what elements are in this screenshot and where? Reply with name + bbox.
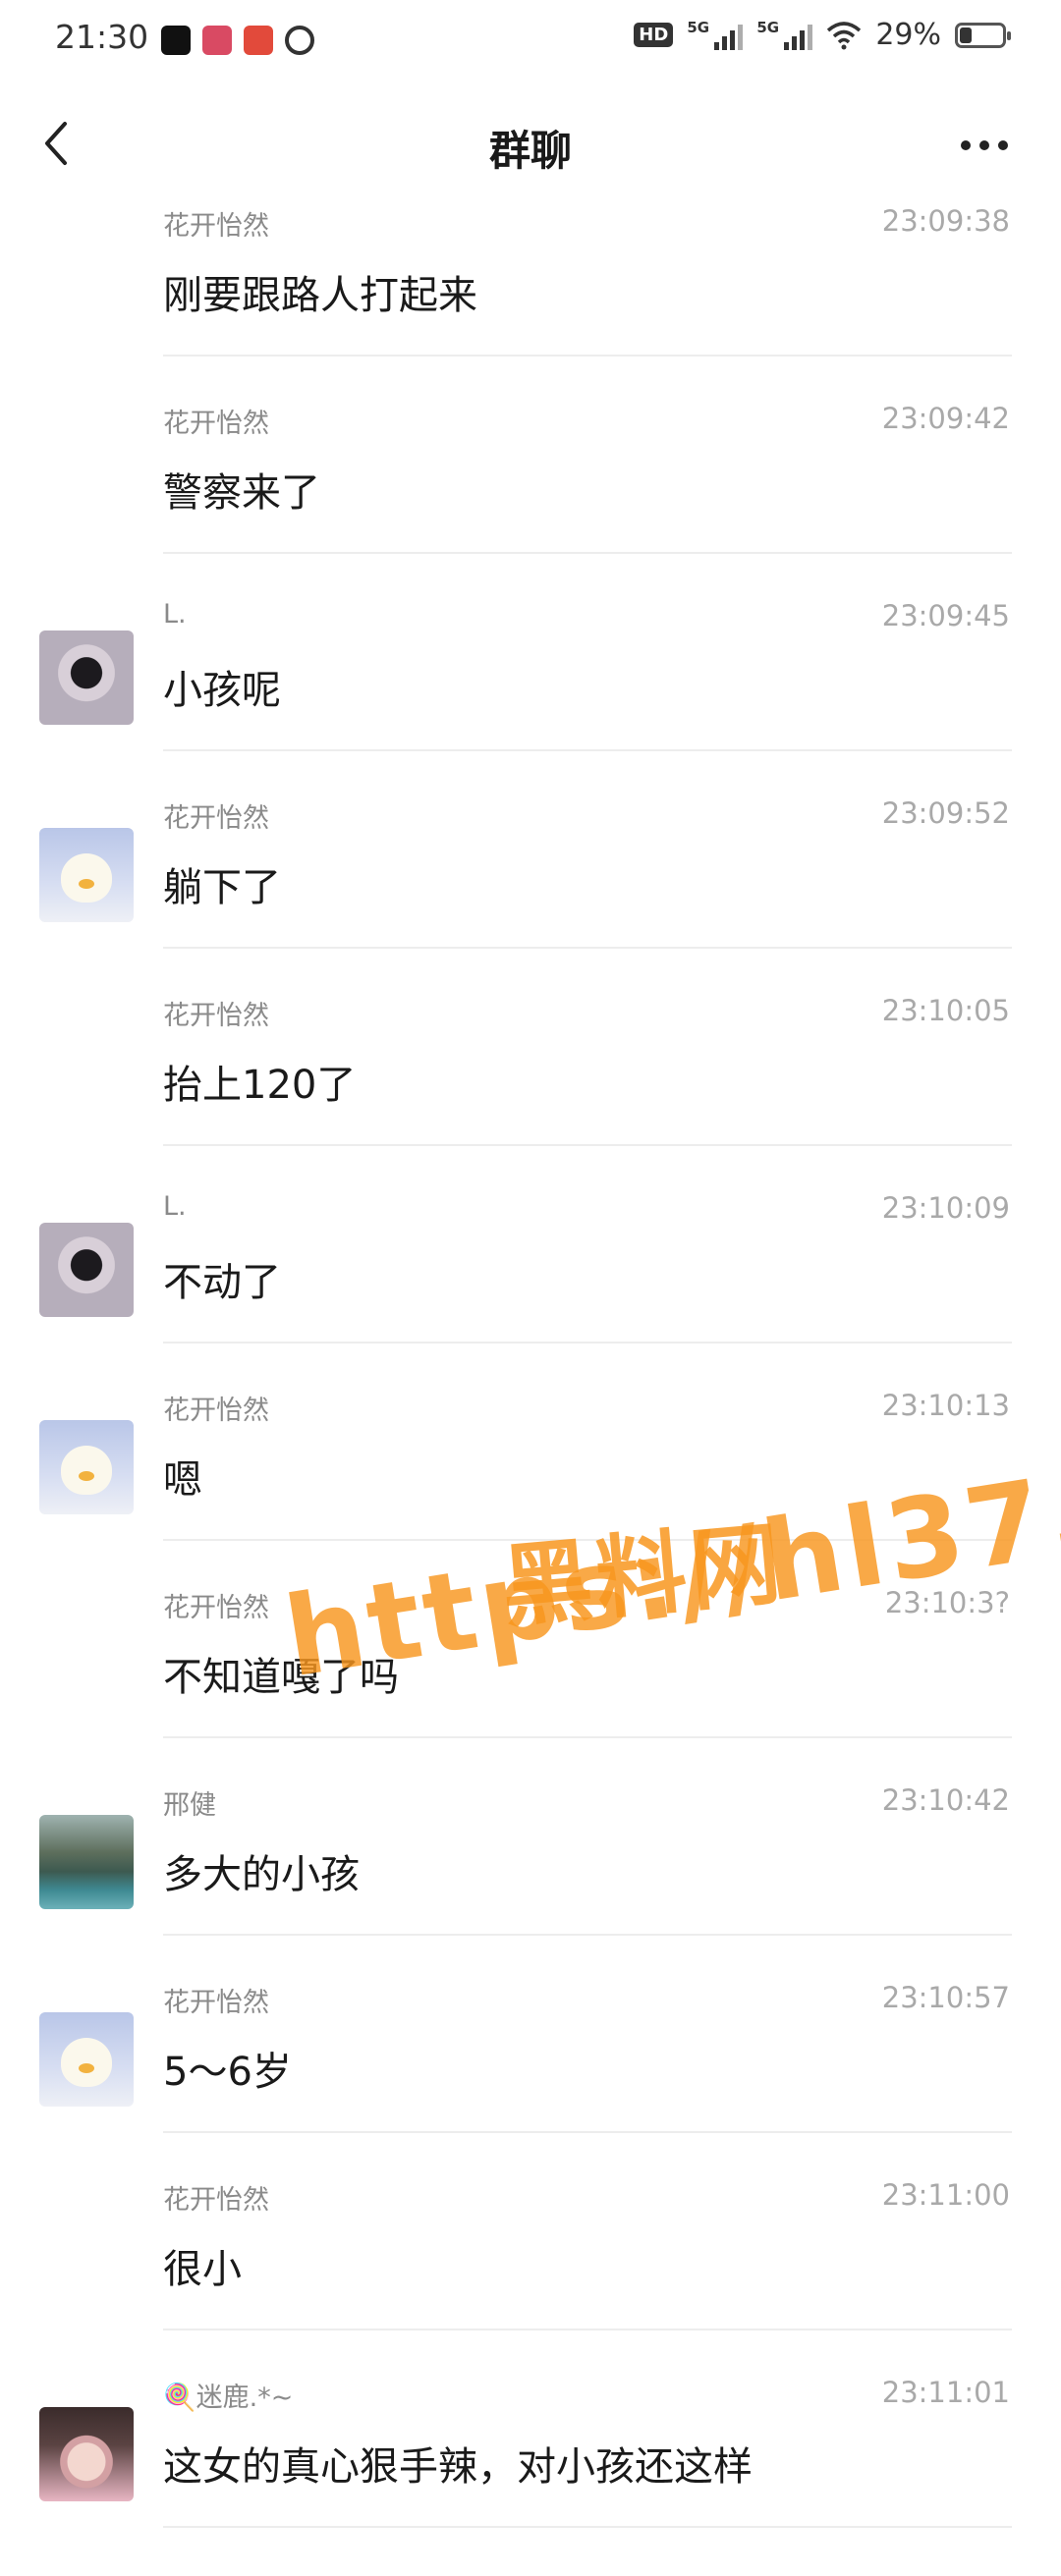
message-time: 23:11:00: [881, 2178, 1010, 2212]
divider: [163, 1144, 1012, 1146]
message-row[interactable]: 花开怡然 23:10:05 抬上120了: [0, 986, 1061, 1183]
message-list: 花开怡然 23:09:38 刚要跟路人打起来 花开怡然 23:09:42 警察来了 L. 23…: [0, 196, 1061, 2565]
hd-icon: HD: [634, 23, 674, 47]
nav-bar: 群聊: [0, 79, 1061, 211]
more-options-button[interactable]: [953, 128, 1016, 163]
message-text: 很小: [163, 2247, 242, 2292]
divider: [163, 2329, 1012, 2330]
message-row[interactable]: L. 23:09:45 小孩呢: [0, 591, 1061, 789]
sender-name: 花开怡然: [163, 1001, 269, 1031]
divider: [163, 1934, 1012, 1936]
sender-name: 花开怡然: [163, 1988, 269, 2018]
message-row[interactable]: 花开怡然 23:09:38 刚要跟路人打起来: [0, 196, 1061, 394]
avatar[interactable]: [39, 1815, 134, 1909]
message-text: 刚要跟路人打起来: [163, 273, 477, 318]
sender-name: 花开怡然: [163, 803, 269, 834]
tiktok-icon: [161, 26, 191, 55]
message-row[interactable]: 邢健 23:10:42 多大的小孩: [0, 1776, 1061, 1973]
divider: [163, 1342, 1012, 1343]
message-time: 23:10:3?: [884, 1586, 1010, 1619]
signal-icon: 5G: [756, 19, 813, 50]
message-text: 不知道嘎了吗: [163, 1655, 399, 1700]
message-text: 不动了: [163, 1260, 281, 1305]
app-notification-icon: [244, 26, 273, 55]
app-notification-icon: [202, 26, 232, 55]
status-right: HD 5G 5G 29%: [634, 18, 1011, 52]
sender-name: 花开怡然: [163, 1593, 269, 1623]
message-row[interactable]: 花开怡然 23:10:3? 不知道嘎了吗: [0, 1578, 1061, 1776]
message-time: 23:10:05: [881, 994, 1010, 1027]
message-row[interactable]: L. 23:10:09 不动了: [0, 1183, 1061, 1381]
avatar[interactable]: [39, 828, 134, 922]
message-text: 这女的真心狠手辣，对小孩还这样: [163, 2444, 753, 2490]
message-time: 23:10:57: [881, 1981, 1010, 2014]
message-row[interactable]: 🍭迷鹿.*~ 23:11:01 这女的真心狠手辣，对小孩还这样: [0, 2368, 1061, 2565]
sender-name: 花开怡然: [163, 409, 269, 439]
wifi-icon: [827, 21, 862, 49]
message-text: 5～6岁: [163, 2050, 292, 2095]
divider: [163, 947, 1012, 949]
divider: [163, 552, 1012, 554]
divider: [163, 2526, 1012, 2528]
message-time: 23:10:42: [881, 1783, 1010, 1817]
message-text: 嗯: [163, 1457, 202, 1503]
message-row[interactable]: 花开怡然 23:10:13 嗯: [0, 1381, 1061, 1578]
message-time: 23:11:01: [881, 2376, 1010, 2409]
sender-name: L.: [163, 1191, 187, 1222]
message-text: 抬上120了: [163, 1063, 357, 1108]
divider: [163, 2131, 1012, 2133]
message-row[interactable]: 花开怡然 23:10:57 5～6岁: [0, 1973, 1061, 2170]
sender-name: 花开怡然: [163, 211, 269, 242]
message-row[interactable]: 花开怡然 23:09:42 警察来了: [0, 394, 1061, 591]
divider: [163, 355, 1012, 356]
sender-name: 花开怡然: [163, 2185, 269, 2216]
status-time: 21:30: [55, 18, 149, 56]
avatar[interactable]: [39, 1223, 134, 1317]
avatar[interactable]: [39, 2407, 134, 2501]
sender-name: L.: [163, 599, 187, 630]
avatar[interactable]: [39, 2012, 134, 2107]
notification-icons: [161, 26, 314, 55]
divider: [163, 1539, 1012, 1541]
message-time: 23:10:09: [881, 1191, 1010, 1225]
message-time: 23:09:52: [881, 796, 1010, 830]
signal-icon: 5G: [687, 19, 744, 50]
sender-name: 🍭迷鹿.*~: [163, 2383, 294, 2413]
sender-name: 邢健: [163, 1790, 216, 1821]
message-row[interactable]: 花开怡然 23:11:00 很小: [0, 2170, 1061, 2368]
message-time: 23:09:38: [881, 204, 1010, 238]
message-time: 23:10:13: [881, 1389, 1010, 1422]
divider: [163, 749, 1012, 751]
page-title: 群聊: [488, 127, 572, 175]
avatar[interactable]: [39, 1420, 134, 1514]
message-text: 小孩呢: [163, 668, 281, 713]
sender-name: 花开怡然: [163, 1396, 269, 1426]
message-time: 23:09:42: [881, 402, 1010, 435]
divider: [163, 1736, 1012, 1738]
message-time: 23:09:45: [881, 599, 1010, 632]
message-text: 警察来了: [163, 470, 320, 516]
message-text: 多大的小孩: [163, 1852, 360, 1897]
battery-icon: [955, 22, 1011, 48]
status-bar: 21:30 HD 5G 5G 29%: [0, 0, 1061, 79]
message-row[interactable]: 花开怡然 23:09:52 躺下了: [0, 789, 1061, 986]
battery-percent: 29%: [875, 18, 941, 52]
avatar[interactable]: [39, 630, 134, 725]
sync-icon: [285, 26, 314, 55]
message-text: 躺下了: [163, 865, 281, 910]
